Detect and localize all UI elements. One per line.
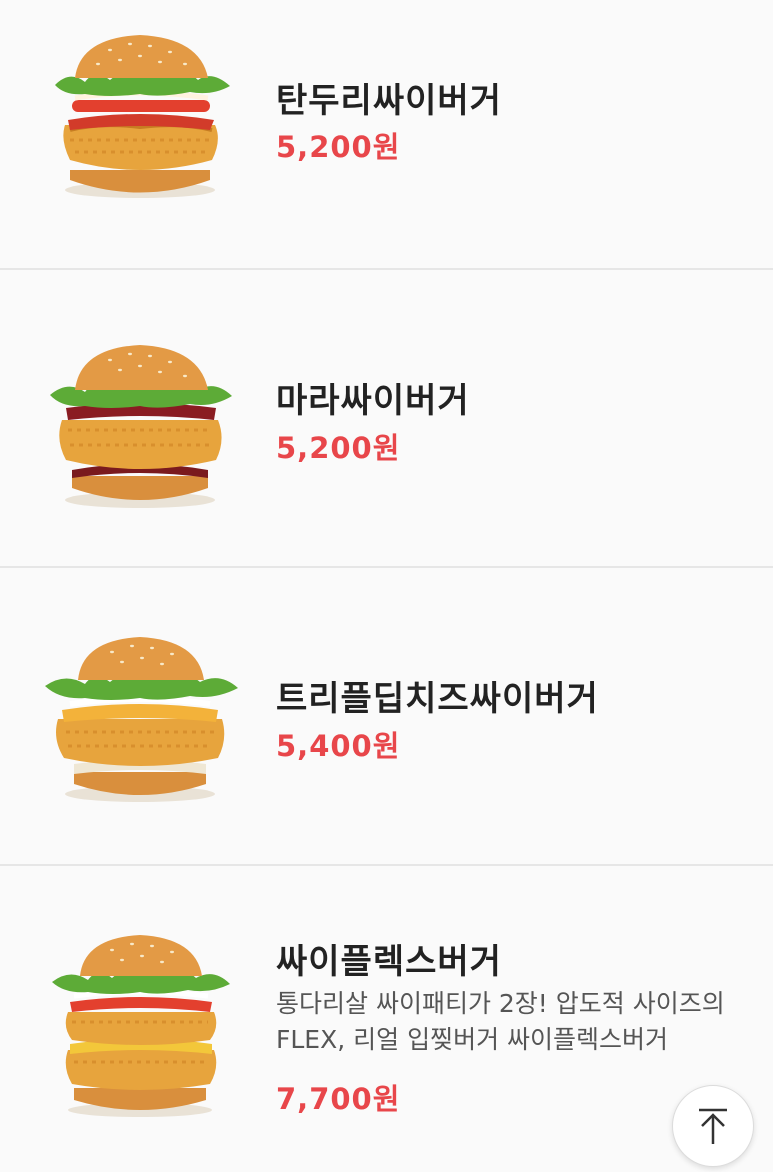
- menu-item-price: 5,200원: [276, 130, 401, 164]
- menu-item-price: 5,200원: [276, 431, 401, 465]
- menu-item-price: 5,400원: [276, 729, 401, 763]
- menu-item[interactable]: 싸이플렉스버거 통다리살 싸이패티가 2장! 압도적 사이즈의 FLEX, 리얼…: [0, 866, 773, 1172]
- menu-item[interactable]: 탄두리싸이버거 5,200원: [0, 0, 773, 270]
- menu-item-description: 통다리살 싸이패티가 2장! 압도적 사이즈의 FLEX, 리얼 입찢버거 싸이…: [276, 989, 725, 1054]
- menu-item-name: 트리플딥치즈싸이버거: [276, 679, 599, 719]
- burger-image: [40, 340, 240, 520]
- menu-item-name: 싸이플렉스버거: [276, 942, 502, 982]
- menu-item[interactable]: 마라싸이버거 5,200원: [0, 270, 773, 568]
- scroll-to-top-button[interactable]: [672, 1085, 754, 1167]
- menu-item-name: 탄두리싸이버거: [276, 81, 502, 121]
- burger-image: [40, 932, 240, 1122]
- burger-image: [40, 634, 240, 814]
- arrow-up-to-top-icon: [699, 1108, 727, 1144]
- burger-image: [40, 30, 240, 210]
- menu-item-name: 마라싸이버거: [276, 381, 470, 421]
- menu-item-price: 7,700원: [276, 1082, 401, 1116]
- menu-item[interactable]: 트리플딥치즈싸이버거 5,400원: [0, 568, 773, 866]
